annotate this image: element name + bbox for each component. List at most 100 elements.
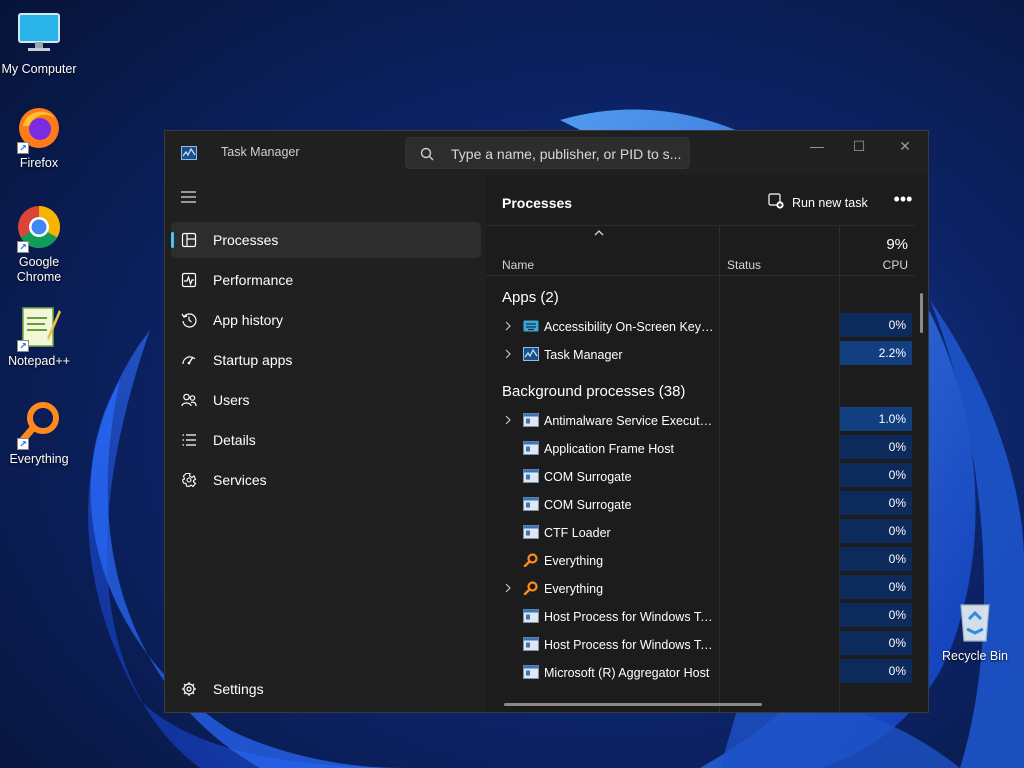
process-name: COM Surrogate [544, 498, 632, 512]
cpu-cell: 0% [840, 631, 912, 655]
process-name: Accessibility On-Screen Keyboard [544, 320, 716, 334]
column-header-cpu[interactable]: CPU [883, 258, 908, 272]
vertical-scrollbar[interactable] [920, 293, 923, 333]
title-bar[interactable]: Task Manager — ☐ ✕ [165, 131, 928, 175]
table-row[interactable]: Host Process for Windows Tasks 0% [486, 603, 912, 631]
cpu-cell: 0% [840, 463, 912, 487]
sort-ascending-icon[interactable] [593, 228, 605, 238]
cpu-value: 0% [888, 318, 906, 332]
group-header-background: Background processes (38) [502, 383, 686, 400]
column-header-status[interactable]: Status [727, 258, 761, 272]
desktop-icon-my-computer[interactable]: My Computer [0, 10, 78, 77]
expand-chevron-icon[interactable] [504, 349, 512, 359]
cpu-value: 0% [888, 636, 906, 650]
sidebar-item-label: Details [213, 432, 256, 448]
table-row[interactable]: CTF Loader 0% [486, 519, 912, 547]
table-row[interactable]: COM Surrogate 0% [486, 463, 912, 491]
sidebar-item-label: Settings [213, 681, 264, 697]
sidebar-item-startup-apps[interactable]: Startup apps [171, 342, 481, 378]
sidebar-item-processes[interactable]: Processes [171, 222, 481, 258]
process-name: Everything [544, 554, 604, 568]
minimize-button[interactable]: — [794, 131, 840, 163]
process-name: Application Frame Host [544, 442, 674, 456]
sidebar-item-users[interactable]: Users [171, 382, 481, 418]
process-name: COM Surrogate [544, 470, 632, 484]
more-options-button[interactable]: ••• [888, 187, 918, 217]
search-box[interactable] [405, 137, 690, 169]
notepadpp-icon: ↗ [15, 302, 63, 352]
close-button[interactable]: ✕ [882, 131, 928, 163]
table-header: Name Status 9% CPU [486, 225, 916, 276]
desktop-icon-label: Recycle Bin [942, 649, 1008, 663]
maximize-button[interactable]: ☐ [836, 131, 882, 163]
column-header-name[interactable]: Name [502, 258, 534, 272]
table-row[interactable]: Antimalware Service Executable 1.0% [486, 407, 912, 435]
desktop-icon-notepadpp[interactable]: ↗ Notepad++ [0, 302, 78, 369]
desktop-icon-firefox[interactable]: ↗ Firefox [0, 104, 78, 171]
process-name: Host Process for Windows Tasks [544, 638, 716, 652]
sidebar-item-app-history[interactable]: App history [171, 302, 481, 338]
search-icon [420, 147, 434, 161]
search-input[interactable] [451, 144, 683, 164]
expand-chevron-icon[interactable] [504, 415, 512, 425]
shortcut-arrow-icon: ↗ [17, 438, 29, 450]
cpu-cell: 0% [840, 491, 912, 515]
desktop-icon-everything[interactable]: ↗ Everything [0, 400, 78, 467]
process-icon [523, 609, 539, 623]
everything-icon: ↗ [15, 400, 63, 450]
process-name: Task Manager [544, 348, 623, 362]
sidebar-item-details[interactable]: Details [171, 422, 481, 458]
table-row[interactable]: Microsoft (R) Aggregator Host 0% [486, 659, 912, 687]
process-icon [523, 637, 539, 651]
process-icon [523, 497, 539, 511]
monitor-icon [15, 10, 63, 58]
cpu-value: 0% [888, 664, 906, 678]
cpu-cell: 0% [840, 519, 912, 543]
sidebar-item-label: Services [213, 472, 267, 488]
shortcut-arrow-icon: ↗ [17, 142, 29, 154]
app-history-icon [181, 313, 197, 328]
desktop-icon-chrome[interactable]: ↗ Google Chrome [0, 203, 78, 285]
cpu-cell: 0% [840, 575, 912, 599]
gear-icon [182, 682, 196, 696]
cpu-value: 0% [888, 440, 906, 454]
sidebar: Processes Performance App history Startu… [165, 175, 485, 712]
active-indicator [171, 232, 174, 248]
firefox-icon: ↗ [15, 104, 63, 154]
desktop-icon-recycle-bin[interactable]: Recycle Bin [936, 597, 1014, 664]
cpu-cell: 0% [840, 659, 912, 683]
sidebar-item-label: App history [213, 312, 284, 328]
users-icon [181, 393, 197, 407]
table-row[interactable]: Host Process for Windows Tasks 0% [486, 631, 912, 659]
everything-icon [523, 581, 538, 595]
desktop-icon-label: Google Chrome [16, 255, 62, 284]
cpu-total-percent: 9% [886, 236, 908, 253]
details-icon [182, 434, 196, 446]
table-row[interactable]: Accessibility On-Screen Keyboard 0% [486, 313, 912, 341]
desktop-icon-label: My Computer [1, 62, 77, 76]
horizontal-scrollbar[interactable] [504, 703, 762, 706]
process-icon [523, 441, 539, 455]
expand-chevron-icon[interactable] [504, 321, 512, 331]
sidebar-item-performance[interactable]: Performance [171, 262, 481, 298]
shortcut-arrow-icon: ↗ [17, 241, 29, 253]
table-row[interactable]: Task Manager 2.2% [486, 341, 912, 369]
sidebar-item-services[interactable]: Services [171, 462, 481, 498]
processes-panel: Processes Run new task ••• Name Status 9… [486, 175, 928, 712]
table-row[interactable]: Everything 0% [486, 575, 912, 603]
hamburger-menu-icon[interactable] [179, 189, 199, 205]
cpu-value: 0% [888, 496, 906, 510]
expand-chevron-icon[interactable] [504, 583, 512, 593]
sidebar-item-settings[interactable]: Settings [171, 671, 481, 707]
table-row[interactable]: Everything 0% [486, 547, 912, 575]
sidebar-item-label: Performance [213, 272, 294, 288]
desktop-icon-label: Firefox [19, 156, 59, 170]
performance-icon [181, 272, 197, 288]
cpu-cell: 0% [840, 435, 912, 459]
desktop-icon-label: Everything [9, 452, 69, 466]
table-row[interactable]: Application Frame Host 0% [486, 435, 912, 463]
table-row[interactable]: COM Surrogate 0% [486, 491, 912, 519]
cpu-cell: 0% [840, 547, 912, 571]
page-title: Processes [502, 195, 573, 211]
cpu-cell: 0% [840, 603, 912, 627]
